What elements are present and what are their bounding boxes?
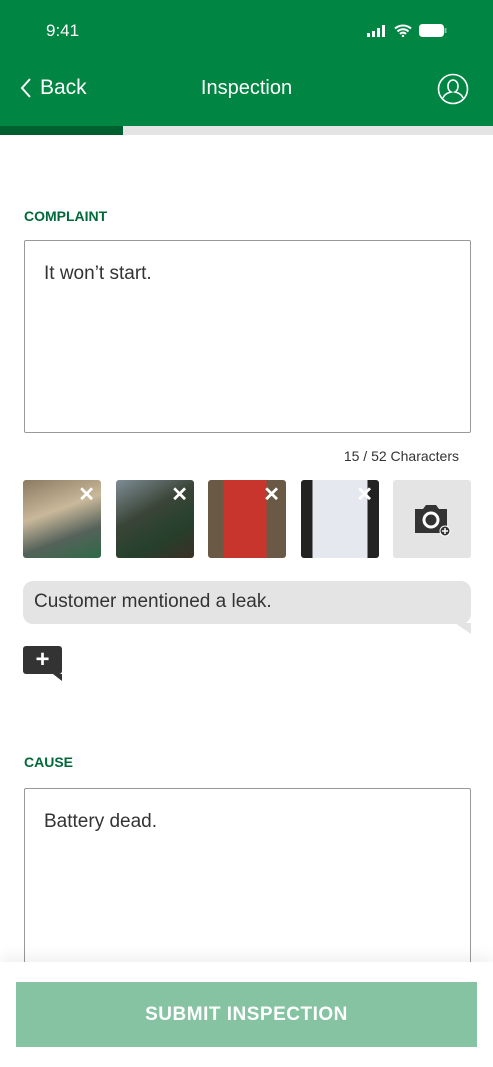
battery-icon [419, 24, 447, 37]
photo-thumbnail[interactable]: ✕ [301, 480, 379, 558]
camera-add-icon [415, 505, 451, 537]
note-bubble[interactable]: Customer mentioned a leak. [23, 581, 471, 634]
wifi-icon [394, 24, 412, 37]
character-counter: 15 / 52 Characters [343, 448, 459, 464]
user-profile-icon[interactable] [437, 73, 469, 105]
remove-photo-icon[interactable]: ✕ [356, 482, 373, 507]
complaint-label: COMPLAINT [24, 208, 108, 224]
complaint-input[interactable]: It won’t start. [24, 240, 471, 433]
page-title: Inspection [200, 77, 293, 99]
progress-bar [0, 126, 493, 135]
photo-thumbnail[interactable]: ✕ [208, 480, 286, 558]
header: 9:41 Back Inspection [0, 0, 493, 126]
cause-input[interactable]: Battery dead. [24, 788, 471, 988]
add-note-button[interactable]: + [23, 646, 62, 681]
photo-thumbnail[interactable]: ✕ [23, 480, 101, 558]
status-time: 9:41 [46, 21, 80, 40]
remove-photo-icon[interactable]: ✕ [171, 482, 188, 507]
progress-fill [0, 126, 124, 135]
submit-inspection-button[interactable]: SUBMIT INSPECTION [16, 982, 477, 1047]
add-photo-button[interactable] [393, 480, 471, 558]
photo-thumbnail[interactable]: ✕ [116, 480, 194, 558]
remove-photo-icon[interactable]: ✕ [78, 482, 95, 507]
status-icons [367, 24, 447, 37]
cause-label: CAUSE [24, 754, 74, 770]
plus-icon: + [35, 646, 50, 673]
signal-icon [367, 24, 385, 37]
remove-photo-icon[interactable]: ✕ [263, 482, 280, 507]
